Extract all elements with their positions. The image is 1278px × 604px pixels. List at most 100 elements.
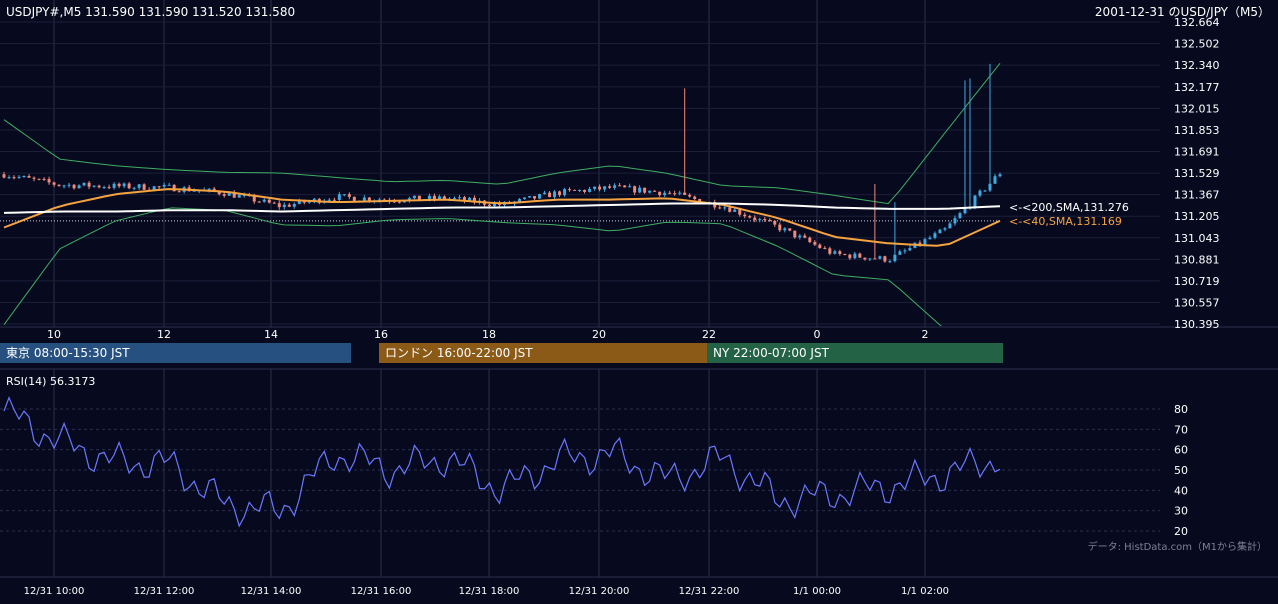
candle-body [628,186,632,188]
rsi-y-tick-label: 20 [1174,525,1188,538]
candle-body [347,194,351,197]
candle-body [923,239,927,245]
candle-body [72,184,76,189]
main-y-axis: 132.664132.502132.340132.177132.015131.8… [1174,16,1220,331]
candle-body [933,233,937,238]
y-tick-label: 131.691 [1174,146,1220,159]
candle-body [352,196,356,201]
candle-body [2,174,6,178]
chart-title: 2001-12-31 のUSD/JPY（M5） [1095,5,1270,19]
candle-body [853,253,857,259]
candle-body [873,258,877,260]
candle-body [888,261,892,263]
candle-body [683,192,687,195]
candle-body [32,177,36,179]
candle-body [993,176,997,184]
candle-body [908,248,912,251]
rsi-y-tick-label: 60 [1174,444,1188,457]
x-tick-label: 18 [482,328,496,341]
candle-body [603,186,607,190]
y-tick-label: 130.395 [1174,318,1220,331]
candle-body [17,176,21,178]
candle-body [768,220,772,222]
candle-body [573,189,577,191]
rsi-plot-area [3,396,1001,528]
y-tick-label: 130.881 [1174,253,1220,266]
candle-body [543,192,547,195]
candle-body [718,207,722,209]
y-tick-label: 132.502 [1174,38,1220,51]
y-tick-label: 132.177 [1174,81,1220,94]
y-tick-label: 130.557 [1174,296,1220,309]
candle-body [658,191,662,196]
y-tick-label: 131.529 [1174,167,1220,180]
y-tick-label: 131.043 [1174,232,1220,245]
time-tick-label: 12/31 12:00 [134,586,195,597]
rsi-label: RSI(14) 56.3173 [6,375,95,388]
candle-body [342,194,346,196]
candle-body [563,189,567,196]
candle-body [122,183,126,187]
candle-body [588,188,592,192]
candle-body [748,216,752,218]
candle-body [648,190,652,193]
candle-body [883,256,887,262]
candle-body [432,195,436,199]
candle-body [778,224,782,231]
candle-body [52,182,56,185]
candle-body [157,186,161,188]
candle-body [27,176,31,178]
session-label-tokyo: 東京 08:00-15:30 JST [6,346,130,360]
time-tick-label: 1/1 02:00 [901,586,949,597]
time-tick-label: 12/31 22:00 [679,586,740,597]
candle-body [818,244,822,249]
candle-body [608,186,612,188]
x-tick-label: 10 [47,328,61,341]
candle-body [262,199,266,202]
time-tick-label: 12/31 10:00 [24,586,85,597]
candle-body [132,187,136,189]
candle-body [723,207,727,209]
candle-body [938,229,942,234]
x-tick-label: 0 [814,328,821,341]
session-label-london: ロンドン 16:00-22:00 JST [385,346,533,360]
candle-body [257,201,261,203]
candle-body [858,253,862,258]
candle-body [863,257,867,260]
candle-body [427,195,431,200]
time-tick-label: 1/1 00:00 [793,586,841,597]
candle-body [578,190,582,192]
candle-body [107,187,111,189]
candle-body [77,185,81,189]
candle-body [523,197,527,199]
candle-body [848,254,852,259]
candle-body [22,176,26,178]
candle-body [678,192,682,194]
candle-body [948,223,952,229]
candle-body [327,199,331,201]
candle-body [548,192,552,198]
candle-body [613,185,617,188]
rsi-line [3,396,1001,528]
main-x-axis: 10 12 14 16 18 20 22 0 2 [47,328,929,341]
x-tick-label: 2 [922,328,929,341]
rsi-y-tick-label: 70 [1174,423,1188,436]
candle-body [97,185,101,188]
candle-body [953,218,957,224]
main-horizontal-gridlines [0,21,1160,325]
rsi-y-tick-label: 50 [1174,464,1188,477]
candle-body [452,198,456,200]
session-label-ny: NY 22:00-07:00 JST [713,346,830,360]
candle-body [332,199,336,201]
candle-body [583,190,587,192]
candle-body [668,192,672,194]
candle-body [42,178,46,180]
candle-body [758,219,762,221]
time-tick-label: 12/31 18:00 [459,586,520,597]
time-tick-label: 12/31 16:00 [351,586,412,597]
candle-body [87,182,91,187]
candle-body [292,203,296,207]
candle-body [803,235,807,238]
candle-body [963,208,967,214]
y-tick-label: 131.205 [1174,210,1220,223]
